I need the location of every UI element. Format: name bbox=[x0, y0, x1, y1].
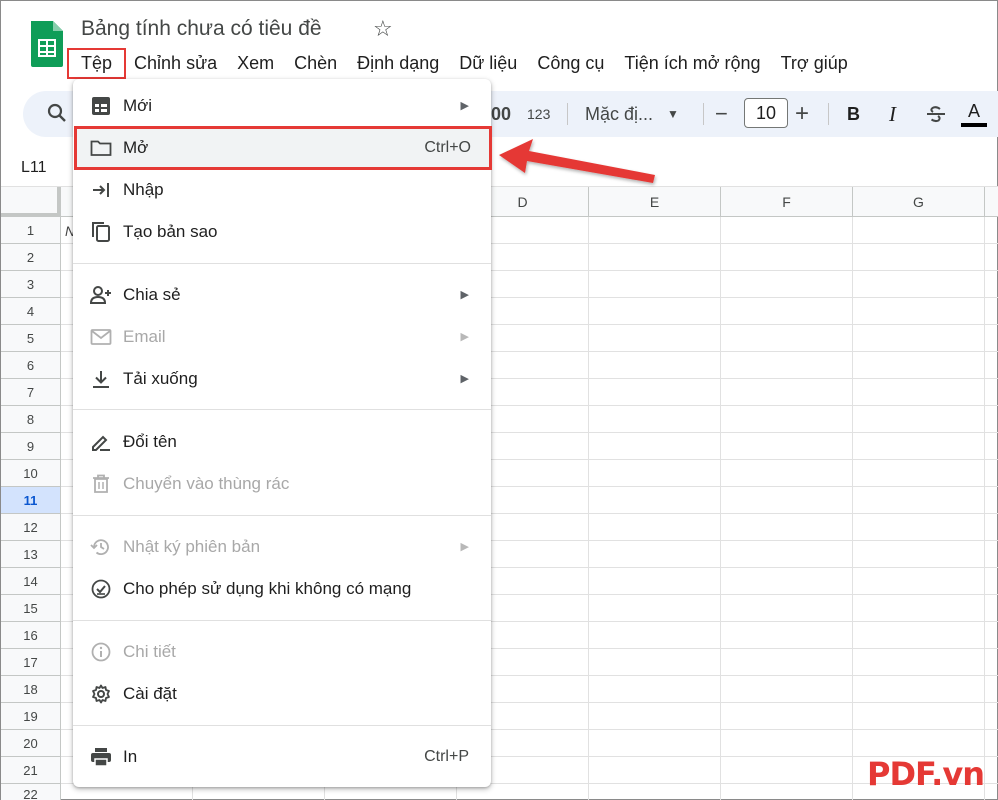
submenu-arrow-icon: ▶ bbox=[460, 100, 469, 112]
menu-item-move-to-trash: Chuyển vào thùng rác bbox=[73, 463, 491, 505]
star-icon[interactable]: ☆ bbox=[373, 16, 393, 42]
font-size-input[interactable]: 10 bbox=[744, 98, 788, 128]
decimal-format-button[interactable]: 00 bbox=[491, 91, 511, 137]
submenu-arrow-icon: ▶ bbox=[460, 289, 469, 301]
submenu-arrow-icon: ▶ bbox=[460, 541, 469, 553]
download-icon bbox=[90, 368, 112, 390]
row-header[interactable]: 18 bbox=[1, 676, 61, 703]
callout-arrow-icon bbox=[499, 139, 655, 183]
row-header[interactable]: 7 bbox=[1, 379, 61, 406]
copy-icon bbox=[90, 221, 112, 243]
watermark-logo: PDF.vn bbox=[867, 755, 985, 793]
italic-button[interactable]: I bbox=[889, 91, 896, 137]
select-all-corner[interactable] bbox=[1, 187, 61, 217]
file-menu-dropdown: Mới ▶ Mở Ctrl+O Nhập Tạo bản sao Chia sẻ… bbox=[73, 79, 492, 787]
submenu-arrow-icon: ▶ bbox=[460, 331, 469, 343]
submenu-arrow-icon: ▶ bbox=[460, 373, 469, 385]
info-icon bbox=[90, 641, 112, 663]
font-family-select[interactable]: Mặc đị... ▼ bbox=[585, 91, 679, 137]
search-icon[interactable] bbox=[47, 102, 67, 124]
menu-tools[interactable]: Công cụ bbox=[527, 53, 614, 74]
row-header[interactable]: 5 bbox=[1, 325, 61, 352]
row-header[interactable]: 8 bbox=[1, 406, 61, 433]
new-sheet-icon bbox=[90, 95, 112, 117]
menu-item-open[interactable]: Mở Ctrl+O bbox=[74, 126, 492, 170]
text-color-swatch bbox=[961, 122, 987, 127]
menu-view[interactable]: Xem bbox=[227, 53, 284, 74]
menu-item-share[interactable]: Chia sẻ ▶ bbox=[73, 274, 491, 316]
dropdown-caret-icon: ▼ bbox=[667, 107, 679, 121]
email-icon bbox=[90, 326, 112, 348]
menu-item-make-copy[interactable]: Tạo bản sao bbox=[73, 211, 491, 253]
menu-file[interactable]: Tệp bbox=[66, 47, 127, 79]
menu-item-new[interactable]: Mới ▶ bbox=[73, 85, 491, 127]
column-header-g[interactable]: G bbox=[853, 187, 985, 217]
row-header[interactable]: 10 bbox=[1, 460, 61, 487]
menu-bar: Tệp Chỉnh sửa Xem Chèn Định dạng Dữ liệu… bbox=[66, 47, 858, 79]
share-person-icon bbox=[90, 284, 112, 306]
row-header[interactable]: 14 bbox=[1, 568, 61, 595]
shortcut-label: Ctrl+P bbox=[424, 748, 469, 765]
row-header[interactable]: 16 bbox=[1, 622, 61, 649]
column-header-h[interactable] bbox=[985, 187, 998, 217]
trash-icon bbox=[90, 473, 112, 495]
name-box[interactable]: L11 bbox=[21, 159, 47, 177]
sheets-logo-icon[interactable] bbox=[29, 19, 65, 69]
menu-item-details: Chi tiết bbox=[73, 631, 491, 673]
folder-icon bbox=[90, 137, 112, 159]
row-header[interactable]: 13 bbox=[1, 541, 61, 568]
strikethrough-icon bbox=[927, 106, 945, 123]
menu-item-rename[interactable]: Đổi tên bbox=[73, 421, 491, 463]
strikethrough-button[interactable] bbox=[925, 91, 947, 137]
import-icon bbox=[90, 179, 112, 201]
decrease-font-size-button[interactable]: − bbox=[715, 91, 728, 137]
shortcut-label: Ctrl+O bbox=[424, 139, 471, 156]
column-header-e[interactable]: E bbox=[589, 187, 721, 217]
row-header[interactable]: 1 bbox=[1, 217, 61, 244]
menu-insert[interactable]: Chèn bbox=[284, 53, 347, 74]
menu-item-download[interactable]: Tải xuống ▶ bbox=[73, 358, 491, 400]
row-header[interactable]: 17 bbox=[1, 649, 61, 676]
menu-item-make-available-offline[interactable]: Cho phép sử dụng khi không có mạng bbox=[73, 568, 491, 610]
row-header[interactable]: 6 bbox=[1, 352, 61, 379]
menu-item-import[interactable]: Nhập bbox=[73, 169, 491, 211]
menu-format[interactable]: Định dạng bbox=[347, 53, 449, 74]
row-header[interactable]: 20 bbox=[1, 730, 61, 757]
increase-font-size-button[interactable]: + bbox=[795, 91, 809, 137]
row-header-active[interactable]: 11 bbox=[1, 487, 61, 514]
more-formats-button[interactable]: 123 bbox=[527, 91, 550, 137]
column-header-f[interactable]: F bbox=[721, 187, 853, 217]
print-icon bbox=[90, 746, 112, 768]
row-header[interactable]: 21 bbox=[1, 757, 61, 784]
row-header[interactable]: 15 bbox=[1, 595, 61, 622]
row-header[interactable]: 9 bbox=[1, 433, 61, 460]
menu-help[interactable]: Trợ giúp bbox=[771, 53, 858, 74]
row-header[interactable]: 2 bbox=[1, 244, 61, 271]
row-header[interactable]: 3 bbox=[1, 271, 61, 298]
menu-data[interactable]: Dữ liệu bbox=[449, 53, 527, 74]
menu-extensions[interactable]: Tiện ích mở rộng bbox=[614, 53, 770, 74]
row-header[interactable]: 22 bbox=[1, 784, 61, 800]
menu-item-version-history: Nhật ký phiên bản ▶ bbox=[73, 526, 491, 568]
row-header[interactable]: 4 bbox=[1, 298, 61, 325]
row-header[interactable]: 19 bbox=[1, 703, 61, 730]
menu-item-settings[interactable]: Cài đặt bbox=[73, 673, 491, 715]
text-color-button[interactable]: A bbox=[961, 91, 987, 137]
offline-check-icon bbox=[90, 578, 112, 600]
document-title[interactable]: Bảng tính chưa có tiêu đề bbox=[81, 17, 322, 41]
menu-item-print[interactable]: In Ctrl+P bbox=[73, 736, 491, 778]
gear-icon bbox=[90, 683, 112, 705]
row-header[interactable]: 12 bbox=[1, 514, 61, 541]
rename-icon bbox=[90, 431, 112, 453]
history-icon bbox=[90, 536, 112, 558]
bold-button[interactable]: B bbox=[847, 91, 860, 137]
menu-item-email: Email ▶ bbox=[73, 316, 491, 358]
menu-edit[interactable]: Chỉnh sửa bbox=[124, 53, 227, 74]
